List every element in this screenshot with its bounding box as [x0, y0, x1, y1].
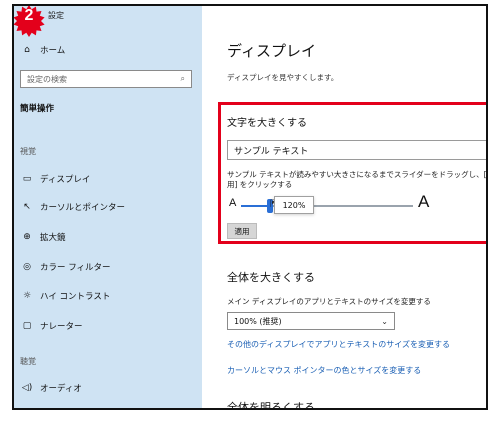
sidebar-item-display[interactable]: ▭ ディスプレイ: [20, 173, 91, 185]
sidebar-item-cursor[interactable]: ↖ カーソルとポインター: [20, 201, 125, 213]
group-heading-hearing: 聴覚: [20, 357, 36, 366]
sidebar-item-color-filter[interactable]: ◎ カラー フィルター: [20, 261, 111, 273]
sidebar-item-label: ホーム: [40, 46, 66, 56]
high-contrast-icon: ☼: [22, 291, 32, 301]
sample-text-field: サンプル テキスト: [227, 140, 486, 160]
apply-button[interactable]: 適用: [227, 223, 257, 239]
page-subtitle: ディスプレイを見やすくします。: [227, 73, 339, 82]
text-size-heading: 文字を大きくする: [227, 118, 307, 129]
slider-value-tooltip: 120%: [274, 196, 314, 214]
narrator-icon: ▢: [22, 321, 32, 331]
monitor-icon: ▭: [22, 174, 32, 184]
sidebar-item-label: 拡大鏡: [40, 233, 66, 243]
main-panel: ディスプレイ ディスプレイを見やすくします。 文字を大きくする サンプル テキス…: [202, 6, 486, 408]
small-a-label: A: [229, 197, 237, 209]
search-placeholder: 設定の検索: [27, 74, 67, 84]
sidebar-item-narrator[interactable]: ▢ ナレーター: [20, 320, 83, 332]
sidebar-item-label: カラー フィルター: [40, 263, 111, 273]
scale-description: メイン ディスプレイのアプリとテキストのサイズを変更する: [227, 297, 431, 306]
sidebar-item-label: ナレーター: [40, 322, 83, 332]
group-heading-vision: 視覚: [20, 147, 36, 156]
search-input[interactable]: 設定の検索 ⌕: [20, 70, 192, 88]
scale-dropdown[interactable]: 100% (推奨) ⌄: [227, 312, 395, 330]
brightness-heading: 全体を明るくする: [227, 401, 315, 410]
scale-dropdown-value: 100% (推奨): [234, 316, 282, 326]
cursor-settings-link[interactable]: カーソルとマウス ポインターの色とサイズを変更する: [227, 365, 421, 376]
sidebar-item-high-contrast[interactable]: ☼ ハイ コントラスト: [20, 290, 110, 302]
page-title: ディスプレイ: [227, 42, 316, 60]
large-a-label: A: [418, 192, 430, 211]
search-icon: ⌕: [180, 74, 185, 83]
sidebar-item-home[interactable]: ⌂ ホーム: [20, 44, 65, 56]
chevron-down-icon: ⌄: [381, 316, 388, 326]
sidebar-item-magnifier[interactable]: ⊕ 拡大鏡: [20, 231, 66, 243]
sidebar-item-label: ハイ コントラスト: [40, 292, 111, 302]
sidebar-item-label: オーディオ: [40, 384, 82, 394]
color-filter-icon: ◎: [23, 262, 31, 272]
section-title: 簡単操作: [20, 104, 55, 114]
text-size-description: サンプル テキストが読みやすい大きさになるまでスライダーをドラッグし、[適用] …: [227, 170, 488, 190]
magnifier-icon: ⊕: [23, 232, 31, 242]
slider-fill: [241, 205, 271, 207]
app-title: 設定: [48, 11, 64, 20]
sidebar-item-label: ディスプレイ: [40, 175, 91, 185]
other-displays-link[interactable]: その他のディスプレイでアプリとテキストのサイズを変更する: [227, 339, 450, 350]
speaker-icon: ◁): [21, 383, 33, 393]
step-badge: 2: [14, 6, 46, 38]
step-number: 2: [24, 7, 34, 24]
everything-heading: 全体を大きくする: [227, 271, 315, 284]
cursor-icon: ↖: [23, 202, 31, 212]
settings-window: 設定 ⌂ ホーム 設定の検索 ⌕ 簡単操作 視覚 ▭ ディスプレイ ↖ カーソル…: [12, 4, 488, 410]
sidebar-item-audio[interactable]: ◁) オーディオ: [20, 382, 82, 394]
sidebar-item-label: カーソルとポインター: [40, 203, 126, 213]
home-icon: ⌂: [24, 45, 30, 55]
sidebar: 設定 ⌂ ホーム 設定の検索 ⌕ 簡単操作 視覚 ▭ ディスプレイ ↖ カーソル…: [14, 6, 202, 408]
